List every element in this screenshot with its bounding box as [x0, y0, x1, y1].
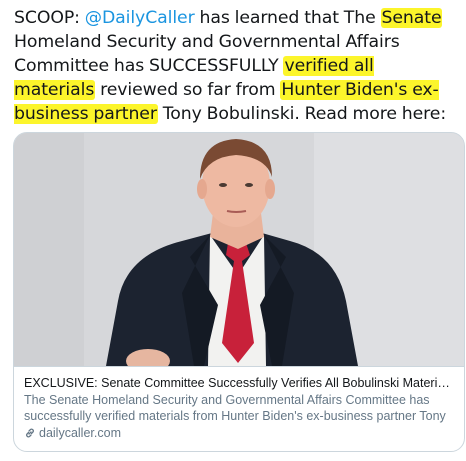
tweet-text-part: Tony Bobulinski. Read more here:: [157, 104, 447, 124]
highlighted-text: Senate: [380, 8, 443, 28]
card-description: The Senate Homeland Security and Governm…: [24, 393, 446, 423]
tweet-text-part: has learned that The: [194, 8, 381, 28]
card-image[interactable]: [14, 133, 464, 366]
tweet-text-part: reviewed so far from: [95, 80, 281, 100]
photo-of-man-in-suit: [14, 133, 464, 366]
link-preview-card[interactable]: EXCLUSIVE: Senate Committee Successfully…: [13, 132, 465, 452]
card-domain-text: dailycaller.com: [39, 426, 121, 440]
tweet-text: SCOOP: @DailyCaller has learned that The…: [14, 6, 454, 126]
card-title[interactable]: EXCLUSIVE: Senate Committee Successfully…: [24, 375, 456, 391]
tweet-text-part: SCOOP:: [14, 8, 85, 28]
mention-link[interactable]: @DailyCaller: [85, 8, 195, 28]
card-body[interactable]: EXCLUSIVE: Senate Committee Successfully…: [14, 366, 464, 451]
card-domain[interactable]: dailycaller.com: [24, 425, 456, 441]
link-icon: [24, 427, 36, 439]
